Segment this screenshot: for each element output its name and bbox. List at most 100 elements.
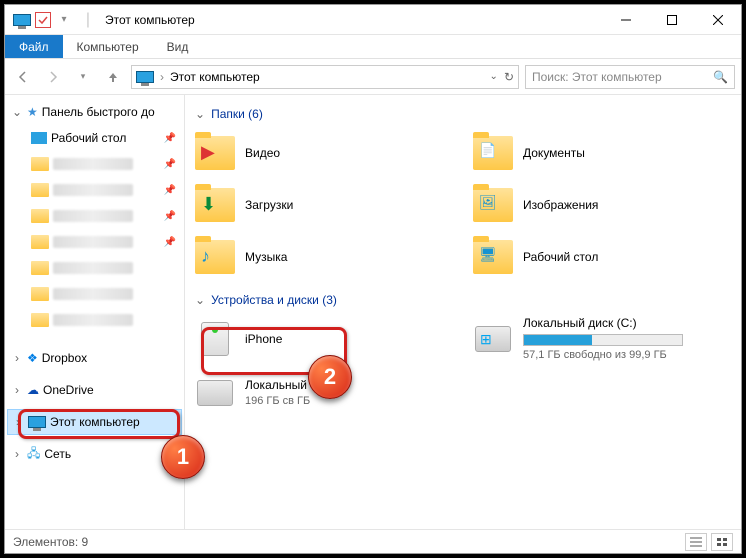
tab-file[interactable]: Файл — [5, 35, 63, 58]
sidebar-item-blur[interactable]: 📌 — [5, 203, 184, 229]
disk-usage-bar — [523, 334, 683, 346]
sidebar-item-onedrive[interactable]: › ☁ OneDrive — [5, 377, 184, 403]
app-icon — [11, 9, 33, 31]
disk-icon — [195, 373, 235, 413]
folder-icon — [31, 313, 49, 327]
folder-icon: 🖼 — [473, 188, 513, 222]
device-label: Локальный диск (C:) — [523, 315, 683, 332]
chevron-down-icon: ⌄ — [11, 105, 23, 119]
cloud-icon: ☁ — [27, 383, 39, 397]
titlebar: ▾ | Этот компьютер — [5, 5, 741, 35]
tab-view[interactable]: Вид — [153, 35, 203, 58]
folder-item-videos[interactable]: ▶ Видео — [195, 129, 453, 177]
chevron-down-icon: ⌄ — [195, 107, 205, 121]
search-input[interactable]: Поиск: Этот компьютер 🔍 — [525, 65, 735, 89]
folder-label: Рабочий стол — [523, 250, 598, 264]
breadcrumb[interactable]: Этот компьютер — [170, 70, 260, 84]
folder-icon — [31, 235, 49, 249]
sidebar-item-label: Dropbox — [42, 351, 87, 365]
address-bar[interactable]: › Этот компьютер ⌄ ↻ — [131, 65, 519, 89]
sidebar-item-blur[interactable] — [5, 281, 184, 307]
forward-button[interactable] — [41, 65, 65, 89]
pin-icon: 📌 — [164, 237, 176, 248]
folder-icon: ⬇ — [195, 188, 235, 222]
sidebar-item-blur[interactable] — [5, 307, 184, 333]
dropbox-icon: ❖ — [27, 351, 38, 365]
folder-item-downloads[interactable]: ⬇ Загрузки — [195, 181, 453, 229]
device-label: iPhone — [245, 331, 282, 348]
sidebar-item-network[interactable]: › 🖧 Сеть — [5, 441, 184, 467]
folder-item-pictures[interactable]: 🖼 Изображения — [473, 181, 731, 229]
minimize-button[interactable] — [603, 5, 649, 35]
folder-label: Видео — [245, 146, 280, 160]
network-icon: 🖧 — [27, 444, 40, 465]
pin-icon: 📌 — [164, 159, 176, 170]
up-button[interactable] — [101, 65, 125, 89]
qat-properties-icon[interactable] — [35, 12, 51, 28]
folder-icon: 🖥 — [473, 240, 513, 274]
refresh-icon[interactable]: ↻ — [504, 70, 514, 84]
folder-icon: 📄 — [473, 136, 513, 170]
section-devices-header[interactable]: ⌄ Устройства и диски (3) — [195, 293, 731, 307]
section-folders-header[interactable]: ⌄ Папки (6) — [195, 107, 731, 121]
device-item-iphone[interactable]: iPhone — [195, 315, 453, 363]
nav-sidebar: ⌄ ★ Панель быстрого до Рабочий стол 📌 📌 … — [5, 95, 185, 529]
close-button[interactable] — [695, 5, 741, 35]
window-title: Этот компьютер — [105, 13, 195, 27]
maximize-button[interactable] — [649, 5, 695, 35]
folder-item-documents[interactable]: 📄 Документы — [473, 129, 731, 177]
sidebar-item-label: Этот компьютер — [50, 415, 140, 429]
device-item-disk-c[interactable]: ⊞ Локальный диск (C:) 57,1 ГБ свободно и… — [473, 315, 731, 363]
sidebar-item-label: Рабочий стол — [51, 131, 126, 145]
device-item-disk-local[interactable]: Локальный 196 ГБ св ГБ — [195, 373, 453, 413]
sidebar-item-dropbox[interactable]: › ❖ Dropbox — [5, 345, 184, 371]
chevron-right-icon: › — [11, 351, 23, 365]
chevron-down-icon: ⌄ — [195, 293, 205, 307]
back-button[interactable] — [11, 65, 35, 89]
sidebar-item-label: OneDrive — [43, 383, 94, 397]
status-bar: Элементов: 9 — [5, 529, 741, 553]
pin-icon: 📌 — [164, 133, 176, 144]
folder-item-music[interactable]: ♪ Музыка — [195, 233, 453, 281]
qat-dropdown-icon[interactable]: ▾ — [53, 9, 75, 31]
folder-label: Изображения — [523, 198, 598, 212]
folder-item-desktop[interactable]: 🖥 Рабочий стол — [473, 233, 731, 281]
folder-icon — [31, 287, 49, 301]
search-icon[interactable]: 🔍 — [713, 70, 728, 84]
folder-icon — [31, 157, 49, 171]
sidebar-item-quick-access[interactable]: ⌄ ★ Панель быстрого до — [5, 99, 184, 125]
folder-icon: ▶ — [195, 136, 235, 170]
sidebar-item-blur[interactable]: 📌 — [5, 177, 184, 203]
status-count: Элементов: 9 — [13, 535, 88, 549]
content-pane: ⌄ Папки (6) ▶ Видео 📄 Документы ⬇ Загруз… — [185, 95, 741, 529]
sidebar-item-label: Панель быстрого до — [42, 105, 155, 119]
monitor-icon — [28, 416, 46, 428]
pin-icon: 📌 — [164, 211, 176, 222]
tab-computer[interactable]: Компьютер — [63, 35, 153, 58]
folder-icon — [31, 183, 49, 197]
address-dropdown-icon[interactable]: ⌄ — [490, 71, 498, 82]
chevron-right-icon: › — [11, 383, 23, 397]
folder-label: Загрузки — [245, 198, 293, 212]
view-large-icons-button[interactable] — [711, 533, 733, 551]
sidebar-item-blur[interactable] — [5, 255, 184, 281]
folder-label: Музыка — [245, 250, 287, 264]
disk-free-text: 196 ГБ св ГБ — [245, 394, 310, 409]
star-icon: ★ — [27, 105, 38, 119]
view-details-button[interactable] — [685, 533, 707, 551]
sidebar-item-desktop[interactable]: Рабочий стол 📌 — [5, 125, 184, 151]
device-label: Локальный — [245, 377, 310, 394]
sidebar-item-this-pc[interactable]: › Этот компьютер — [7, 409, 182, 435]
device-icon — [195, 319, 235, 359]
chevron-right-icon: › — [11, 447, 23, 461]
sidebar-item-blur[interactable]: 📌 — [5, 229, 184, 255]
sidebar-item-blur[interactable]: 📌 — [5, 151, 184, 177]
chevron-right-icon: › — [12, 415, 24, 429]
search-placeholder: Поиск: Этот компьютер — [532, 70, 662, 84]
pin-icon: 📌 — [164, 185, 176, 196]
sidebar-item-label: Сеть — [44, 447, 71, 461]
ribbon-tabs: Файл Компьютер Вид — [5, 35, 741, 59]
recent-dropdown[interactable]: ▾ — [71, 65, 95, 89]
folder-label: Документы — [523, 146, 585, 160]
folder-icon — [31, 209, 49, 223]
